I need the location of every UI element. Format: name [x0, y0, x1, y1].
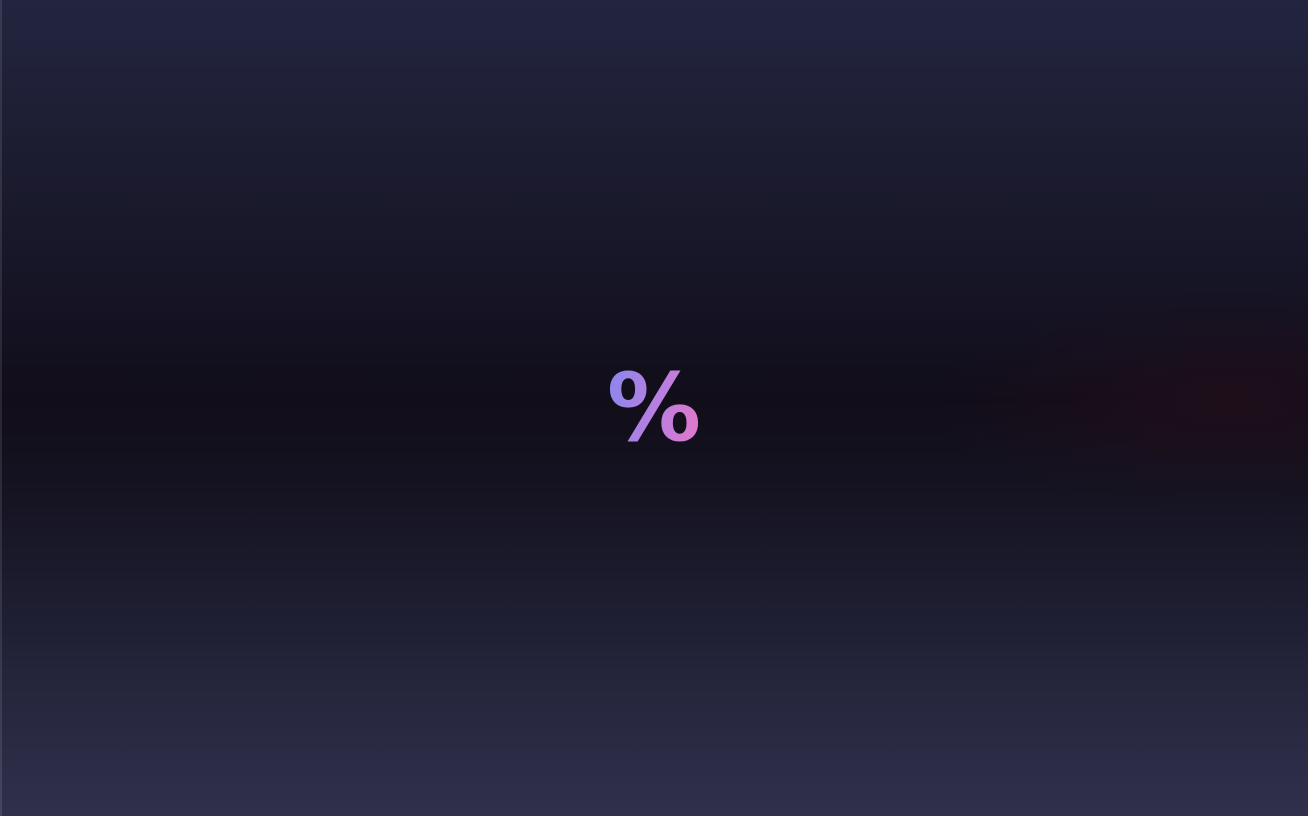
window-edge: [0, 0, 2, 816]
loading-screen: %: [0, 0, 1308, 816]
percent-icon: %: [598, 362, 710, 456]
